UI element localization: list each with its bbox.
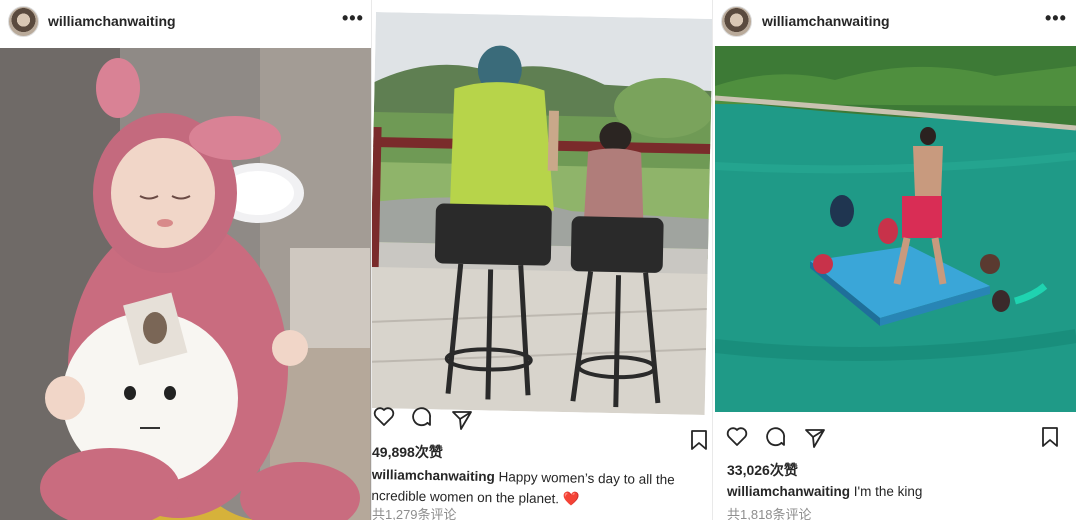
caption-text-line1: Happy women’s day to all the bbox=[498, 469, 675, 488]
post-header: williamchanwaiting ••• bbox=[713, 0, 1080, 46]
comment-icon[interactable] bbox=[410, 406, 434, 430]
heart-icon[interactable] bbox=[372, 404, 396, 428]
post-card-3: williamchanwaiting ••• 33,026次赞 williamc… bbox=[713, 0, 1080, 520]
post-photo[interactable] bbox=[715, 46, 1076, 412]
more-icon[interactable]: ••• bbox=[342, 8, 364, 29]
share-icon[interactable] bbox=[450, 408, 474, 432]
username[interactable]: williamchanwaiting bbox=[48, 13, 176, 29]
caption: williamchanwaiting I'm the king bbox=[727, 481, 1077, 502]
caption-text: I'm the king bbox=[853, 484, 923, 499]
post-card-2: 49,898次赞 williamchanwaiting Happy women’… bbox=[372, 0, 713, 520]
view-comments-link[interactable]: 共1,279条评论 bbox=[372, 504, 457, 520]
post-card-1: williamchanwaiting ••• bbox=[0, 0, 372, 520]
more-icon[interactable]: ••• bbox=[1045, 8, 1067, 29]
post-header: williamchanwaiting ••• bbox=[0, 0, 372, 46]
avatar[interactable] bbox=[8, 6, 39, 37]
bookmark-icon[interactable] bbox=[687, 428, 711, 452]
post-photo[interactable] bbox=[0, 48, 372, 520]
red-heart-emoji: ❤️ bbox=[562, 491, 580, 507]
photo-lake-float bbox=[715, 46, 1076, 412]
photo-plush-doll bbox=[0, 48, 372, 520]
avatar[interactable] bbox=[721, 6, 752, 37]
likes-count[interactable]: 33,026次赞 bbox=[727, 460, 798, 480]
username[interactable]: williamchanwaiting bbox=[762, 13, 890, 29]
share-icon[interactable] bbox=[803, 426, 827, 450]
view-comments-link[interactable]: 共1,818条评论 bbox=[727, 504, 812, 520]
bookmark-icon[interactable] bbox=[1038, 425, 1062, 449]
comment-icon[interactable] bbox=[764, 426, 788, 450]
caption-username[interactable]: williamchanwaiting bbox=[372, 467, 495, 484]
post-photo[interactable] bbox=[372, 12, 713, 415]
caption-username[interactable]: williamchanwaiting bbox=[727, 484, 850, 499]
heart-icon[interactable] bbox=[725, 424, 749, 448]
photo-balcony-view bbox=[372, 12, 713, 415]
likes-count[interactable]: 49,898次赞 bbox=[372, 442, 443, 462]
